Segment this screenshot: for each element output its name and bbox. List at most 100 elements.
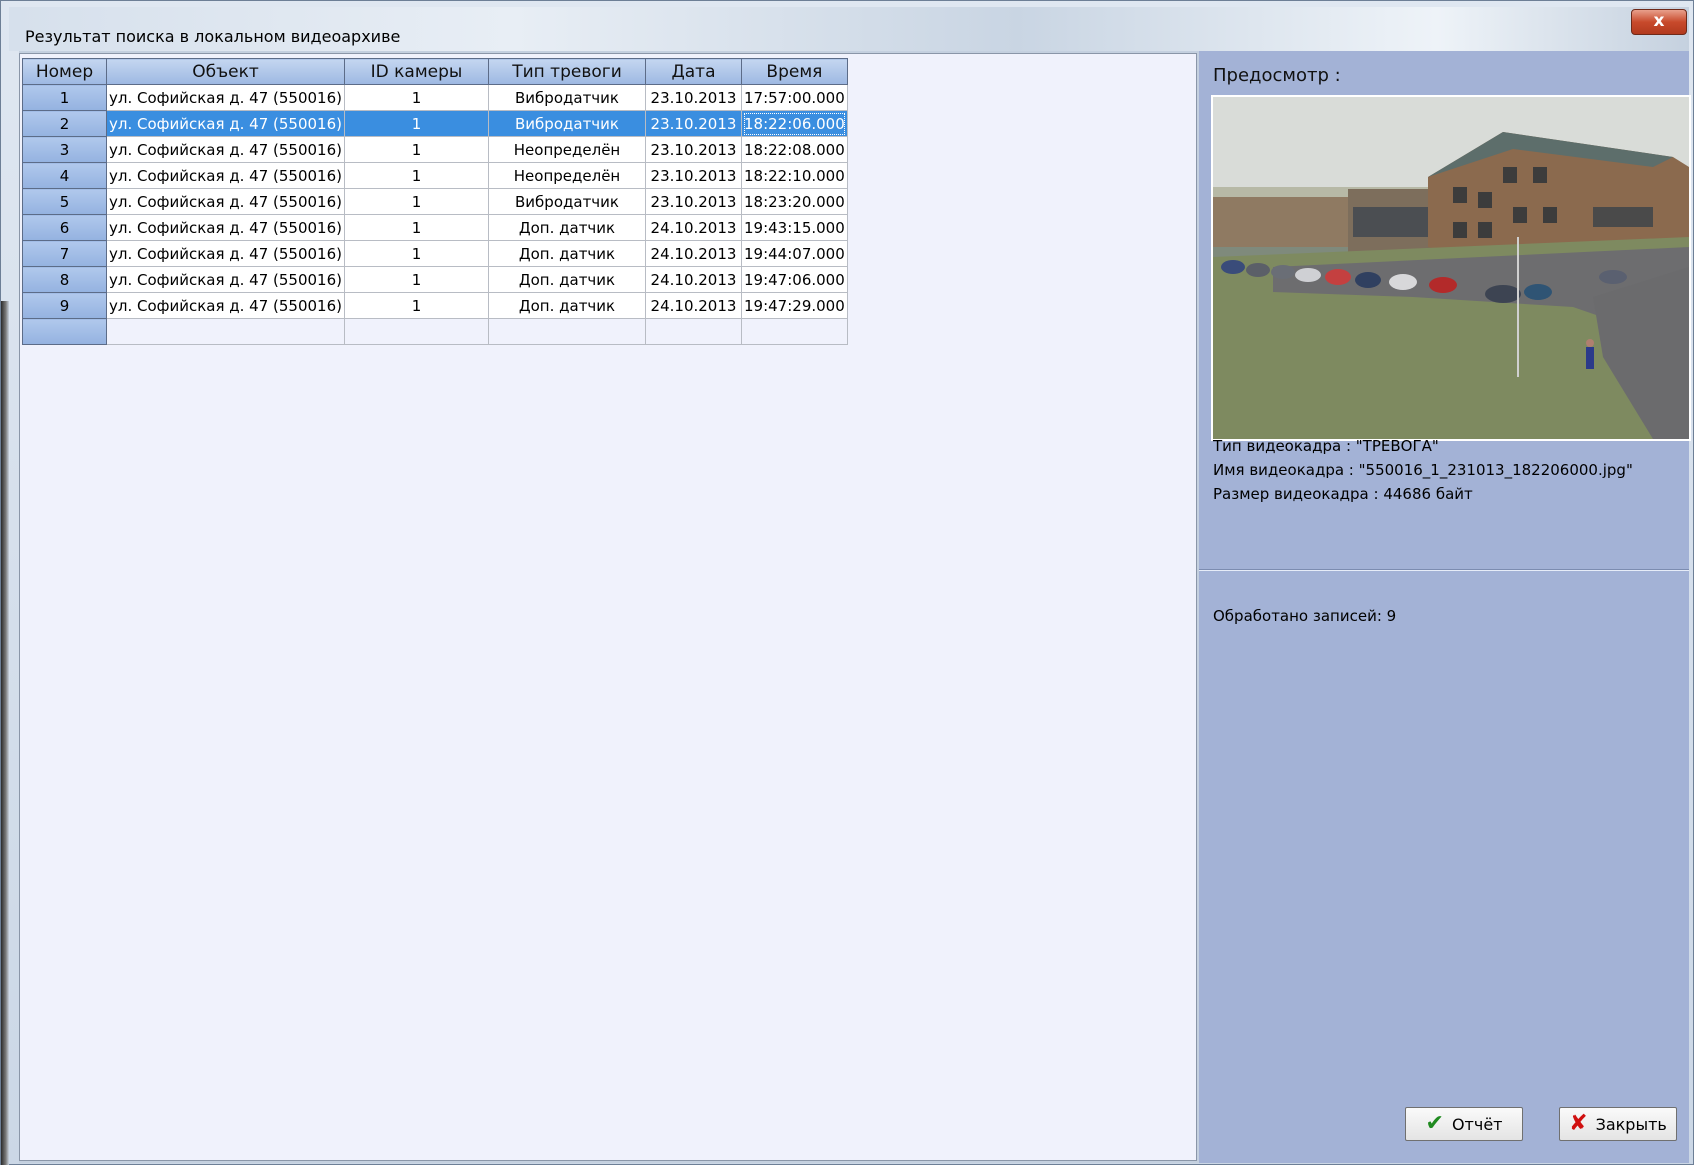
date-cell[interactable]: 24.10.2013 [645,292,742,319]
camera-id-cell[interactable]: 1 [344,188,489,215]
date-cell[interactable]: 24.10.2013 [645,266,742,293]
date-cell[interactable]: 23.10.2013 [645,84,742,111]
date-cell[interactable]: 24.10.2013 [645,240,742,267]
table-row-empty[interactable] [22,318,848,345]
row-number-cell[interactable]: 5 [22,188,107,215]
date-cell[interactable]: 23.10.2013 [645,162,742,189]
date-cell[interactable]: 23.10.2013 [645,136,742,163]
object-cell[interactable]: ул. Софийская д. 47 (550016) [106,162,345,189]
table-row[interactable]: 4 ул. Софийская д. 47 (550016) 1 Неопред… [22,162,848,189]
camera-id-cell[interactable]: 1 [344,266,489,293]
camera-id-cell[interactable]: 1 [344,136,489,163]
table-row[interactable]: 1 ул. Софийская д. 47 (550016) 1 Виброда… [22,84,848,111]
date-cell[interactable]: 23.10.2013 [645,188,742,215]
alarm-type-cell[interactable]: Доп. датчик [488,266,646,293]
time-cell[interactable]: 19:47:06.000 [741,266,848,293]
camera-id-cell[interactable] [344,318,489,345]
time-cell[interactable]: 18:22:10.000 [741,162,848,189]
close-button-label: Закрыть [1595,1114,1667,1134]
row-number-cell[interactable] [22,318,107,345]
processed-count-text: Обработано записей: 9 [1213,607,1397,625]
column-header-camera-id[interactable]: ID камеры [344,58,489,85]
checkmark-icon: ✔ [1425,1111,1444,1136]
row-number-cell[interactable]: 3 [22,136,107,163]
camera-id-cell[interactable]: 1 [344,84,489,111]
row-number-cell[interactable]: 4 [22,162,107,189]
camera-id-cell[interactable]: 1 [344,110,489,137]
column-header-number[interactable]: Номер [22,58,107,85]
table-row-selected[interactable]: 2 ул. Софийская д. 47 (550016) 1 Виброда… [22,110,848,137]
date-cell[interactable] [645,318,742,345]
date-cell[interactable]: 24.10.2013 [645,214,742,241]
table-row[interactable]: 9 ул. Софийская д. 47 (550016) 1 Доп. да… [22,292,848,319]
object-cell[interactable] [106,318,345,345]
search-result-window: Результат поиска в локальном видеоархиве… [0,0,1694,1165]
column-header-alarm-type[interactable]: Тип тревоги [488,58,646,85]
close-icon: x [1653,11,1665,31]
table-row[interactable]: 8 ул. Софийская д. 47 (550016) 1 Доп. да… [22,266,848,293]
object-cell[interactable]: ул. Софийская д. 47 (550016) [106,292,345,319]
date-cell[interactable]: 23.10.2013 [645,110,742,137]
window-frame-edge [1,301,9,1165]
alarm-type-cell[interactable]: Доп. датчик [488,214,646,241]
alarm-type-cell[interactable]: Вибродатчик [488,188,646,215]
alarm-type-cell[interactable]: Доп. датчик [488,292,646,319]
alarm-type-cell[interactable]: Вибродатчик [488,84,646,111]
window-content: Номер Объект ID камеры Тип тревоги Дата … [19,51,1691,1163]
column-header-time[interactable]: Время [741,58,848,85]
frame-size-text: Размер видеокадра : 44686 байт [1213,485,1473,503]
row-number-cell[interactable]: 7 [22,240,107,267]
time-cell[interactable]: 17:57:00.000 [741,84,848,111]
camera-id-cell[interactable]: 1 [344,292,489,319]
table-row[interactable]: 5 ул. Софийская д. 47 (550016) 1 Виброда… [22,188,848,215]
object-cell[interactable]: ул. Софийская д. 47 (550016) [106,136,345,163]
time-cell[interactable]: 19:44:07.000 [741,240,848,267]
frame-type-text: Тип видеокадра : "ТРЕВОГА" [1213,437,1439,455]
table-row[interactable]: 3 ул. Софийская д. 47 (550016) 1 Неопред… [22,136,848,163]
table-header-row: Номер Объект ID камеры Тип тревоги Дата … [22,58,848,85]
close-x-icon: ✘ [1569,1111,1588,1136]
column-header-date[interactable]: Дата [645,58,742,85]
row-number-cell[interactable]: 8 [22,266,107,293]
camera-snapshot-picture [1213,97,1689,439]
column-header-object[interactable]: Объект [106,58,345,85]
time-cell[interactable]: 18:22:08.000 [741,136,848,163]
report-button-label: Отчёт [1451,1114,1503,1134]
results-table[interactable]: Номер Объект ID камеры Тип тревоги Дата … [22,58,848,345]
camera-id-cell[interactable]: 1 [344,162,489,189]
panel-divider [1199,569,1689,571]
details-panel: Предосмотр : Тип видеокадра: "ТРЕВОГА" … [1199,51,1691,1163]
time-cell[interactable]: 19:47:29.000 [741,292,848,319]
alarm-type-cell[interactable]: Вибродатчик [488,110,646,137]
row-number-cell[interactable]: 1 [22,84,107,111]
preview-image [1211,95,1691,441]
row-number-cell[interactable]: 9 [22,292,107,319]
object-cell[interactable]: ул. Софийская д. 47 (550016) [106,84,345,111]
row-number-cell[interactable]: 2 [22,110,107,137]
frame-name-text: Имя видеокадра : "550016_1_231013_182206… [1213,461,1633,479]
table-row[interactable]: 7 ул. Софийская д. 47 (550016) 1 Доп. да… [22,240,848,267]
alarm-type-cell[interactable]: Доп. датчик [488,240,646,267]
object-cell[interactable]: ул. Софийская д. 47 (550016) [106,110,345,137]
title-bar[interactable]: Результат поиска в локальном видеоархиве [9,7,1689,51]
results-grid-pane[interactable]: Номер Объект ID камеры Тип тревоги Дата … [19,53,1197,1161]
report-button[interactable]: ✔ Отчёт [1405,1107,1523,1141]
time-cell[interactable]: 18:23:20.000 [741,188,848,215]
object-cell[interactable]: ул. Софийская д. 47 (550016) [106,266,345,293]
time-cell[interactable]: 18:22:06.000 [741,110,848,137]
close-button[interactable]: ✘ Закрыть [1559,1107,1677,1141]
row-number-cell[interactable]: 6 [22,214,107,241]
alarm-type-cell[interactable]: Неопределён [488,136,646,163]
window-close-button[interactable]: x [1631,9,1687,35]
time-cell[interactable] [741,318,848,345]
time-cell[interactable]: 19:43:15.000 [741,214,848,241]
alarm-type-cell[interactable]: Неопределён [488,162,646,189]
object-cell[interactable]: ул. Софийская д. 47 (550016) [106,188,345,215]
table-row[interactable]: 6 ул. Софийская д. 47 (550016) 1 Доп. да… [22,214,848,241]
camera-id-cell[interactable]: 1 [344,240,489,267]
object-cell[interactable]: ул. Софийская д. 47 (550016) [106,214,345,241]
window-title: Результат поиска в локальном видеоархиве [25,27,401,46]
object-cell[interactable]: ул. Софийская д. 47 (550016) [106,240,345,267]
alarm-type-cell[interactable] [488,318,646,345]
camera-id-cell[interactable]: 1 [344,214,489,241]
